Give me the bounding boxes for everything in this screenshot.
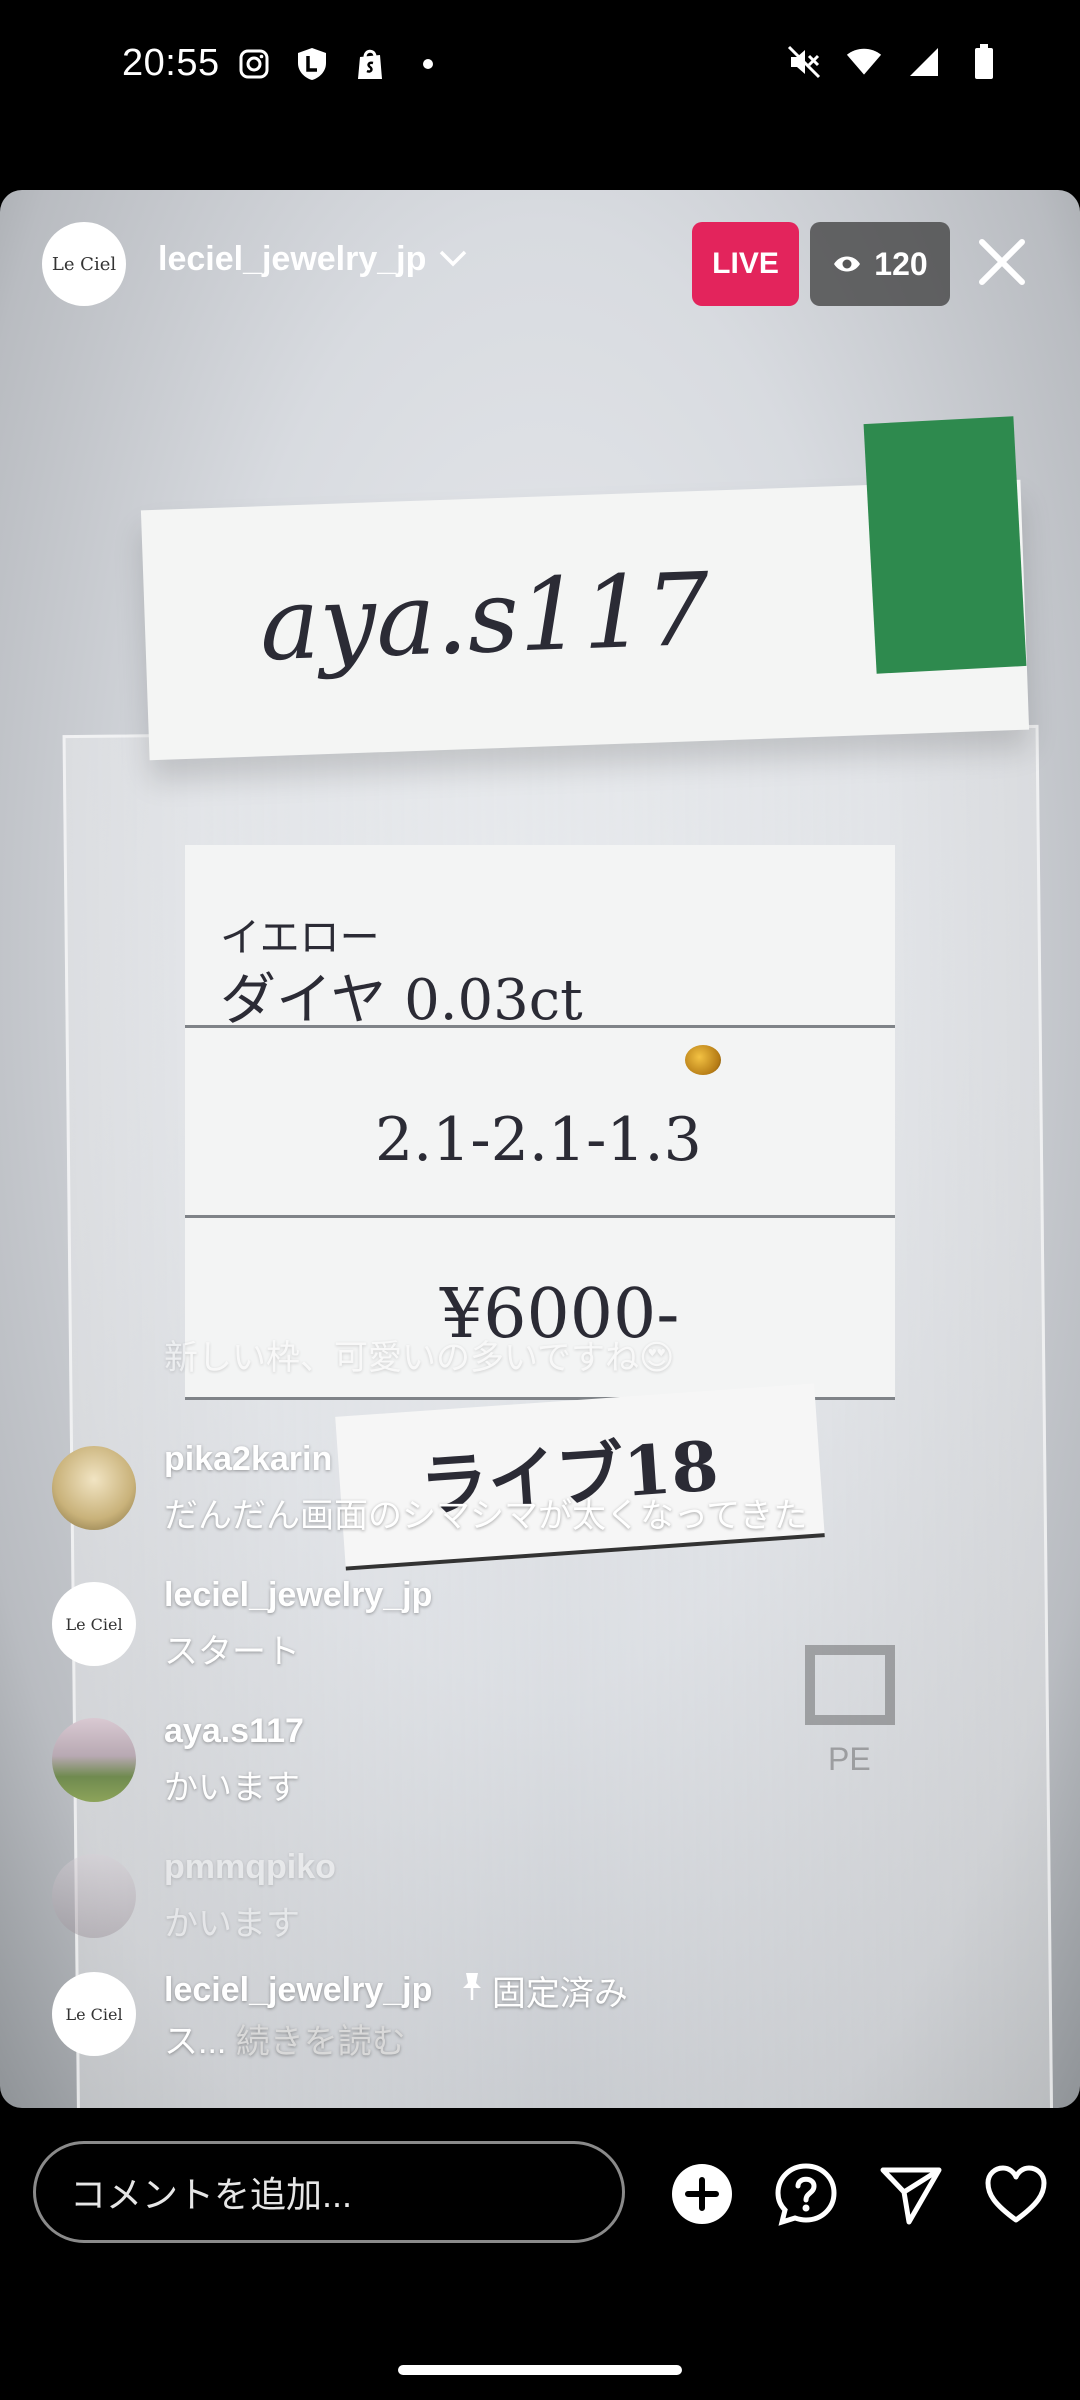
question-icon[interactable] <box>770 2158 842 2230</box>
status-icons-left <box>236 46 446 82</box>
avatar[interactable] <box>52 1854 136 1938</box>
comment-input[interactable]: コメントを追加... <box>33 2141 625 2243</box>
description-paper: イエロー ダイヤ 0.03ct 2.1-2.1-1.3 ¥6000- <box>185 845 895 1400</box>
comment-username[interactable]: leciel_jewelry_jp 固定済み <box>164 1966 628 2015</box>
comment-text: ス... 続きを読む <box>164 2023 406 2061</box>
live-badge: LIVE <box>692 222 799 306</box>
status-time: 20:55 <box>122 42 220 84</box>
status-bar: 20:55 <box>0 0 1080 135</box>
shield-l-icon <box>294 46 330 82</box>
size-text: 2.1-2.1-1.3 <box>375 1105 702 1175</box>
comment-username[interactable]: leciel_jewelry_jp <box>164 1576 432 1615</box>
pinned-comment[interactable]: Le Ciel leciel_jewelry_jp 固定済み ス... 続きを読… <box>52 1964 1052 2084</box>
wifi-icon <box>846 44 882 80</box>
chevron-down-icon[interactable] <box>438 248 468 275</box>
comment-item: pika2karin だんだん画面のシマシマが太くなってきた <box>52 1438 1052 1558</box>
status-icons-right <box>786 44 1002 80</box>
green-tape <box>863 416 1027 674</box>
eye-icon <box>832 246 862 283</box>
avatar[interactable]: Le Ciel <box>52 1972 136 2056</box>
battery-icon <box>966 44 1002 80</box>
close-icon[interactable] <box>972 232 1032 292</box>
viewer-count: 120 <box>874 245 928 282</box>
shopify-bag-icon <box>352 46 388 82</box>
read-more-link[interactable]: 続きを読む <box>236 2023 406 2061</box>
live-header: Le Ciel leciel_jewelry_jp LIVE 120 <box>0 190 1080 340</box>
home-indicator[interactable] <box>398 2365 682 2375</box>
comment-text: スタート <box>164 1633 300 1671</box>
desc-line-2: ダイヤ 0.03ct <box>220 968 583 1033</box>
avatar[interactable]: Le Ciel <box>52 1582 136 1666</box>
pinned-label: 固定済み <box>460 1966 628 2015</box>
avatar[interactable] <box>52 1718 136 1802</box>
avatar[interactable] <box>52 1446 136 1530</box>
comment-item: pmmqpiko かいます <box>52 1846 1052 1966</box>
comment-text: だんだん画面のシマシマが太くなってきた <box>164 1497 808 1535</box>
comment-item: Le Ciel leciel_jewelry_jp スタート <box>52 1574 1052 1694</box>
signal-icon <box>906 44 942 80</box>
tag-name: aya.s117 <box>257 550 712 684</box>
host-avatar[interactable]: Le Ciel <box>42 222 126 306</box>
comment-text: かいます <box>164 1769 300 1807</box>
pin-icon <box>460 1971 484 2010</box>
host-username[interactable]: leciel_jewelry_jp <box>158 240 426 279</box>
add-icon[interactable] <box>666 2158 738 2230</box>
viewer-count-badge[interactable]: 120 <box>810 222 950 306</box>
comment-username[interactable]: pmmqpiko <box>164 1848 336 1887</box>
comment-username[interactable]: pika2karin <box>164 1440 332 1479</box>
mute-icon <box>786 44 822 80</box>
send-icon[interactable] <box>875 2158 947 2230</box>
dot-icon <box>410 46 446 82</box>
comment-username[interactable]: aya.s117 <box>164 1712 304 1751</box>
comment-item: aya.s117 かいます <box>52 1710 1052 1830</box>
instagram-icon <box>236 46 272 82</box>
heart-icon[interactable] <box>980 2158 1052 2230</box>
comment-text: かいます <box>164 1905 300 1943</box>
yellow-diamond <box>685 1045 721 1075</box>
